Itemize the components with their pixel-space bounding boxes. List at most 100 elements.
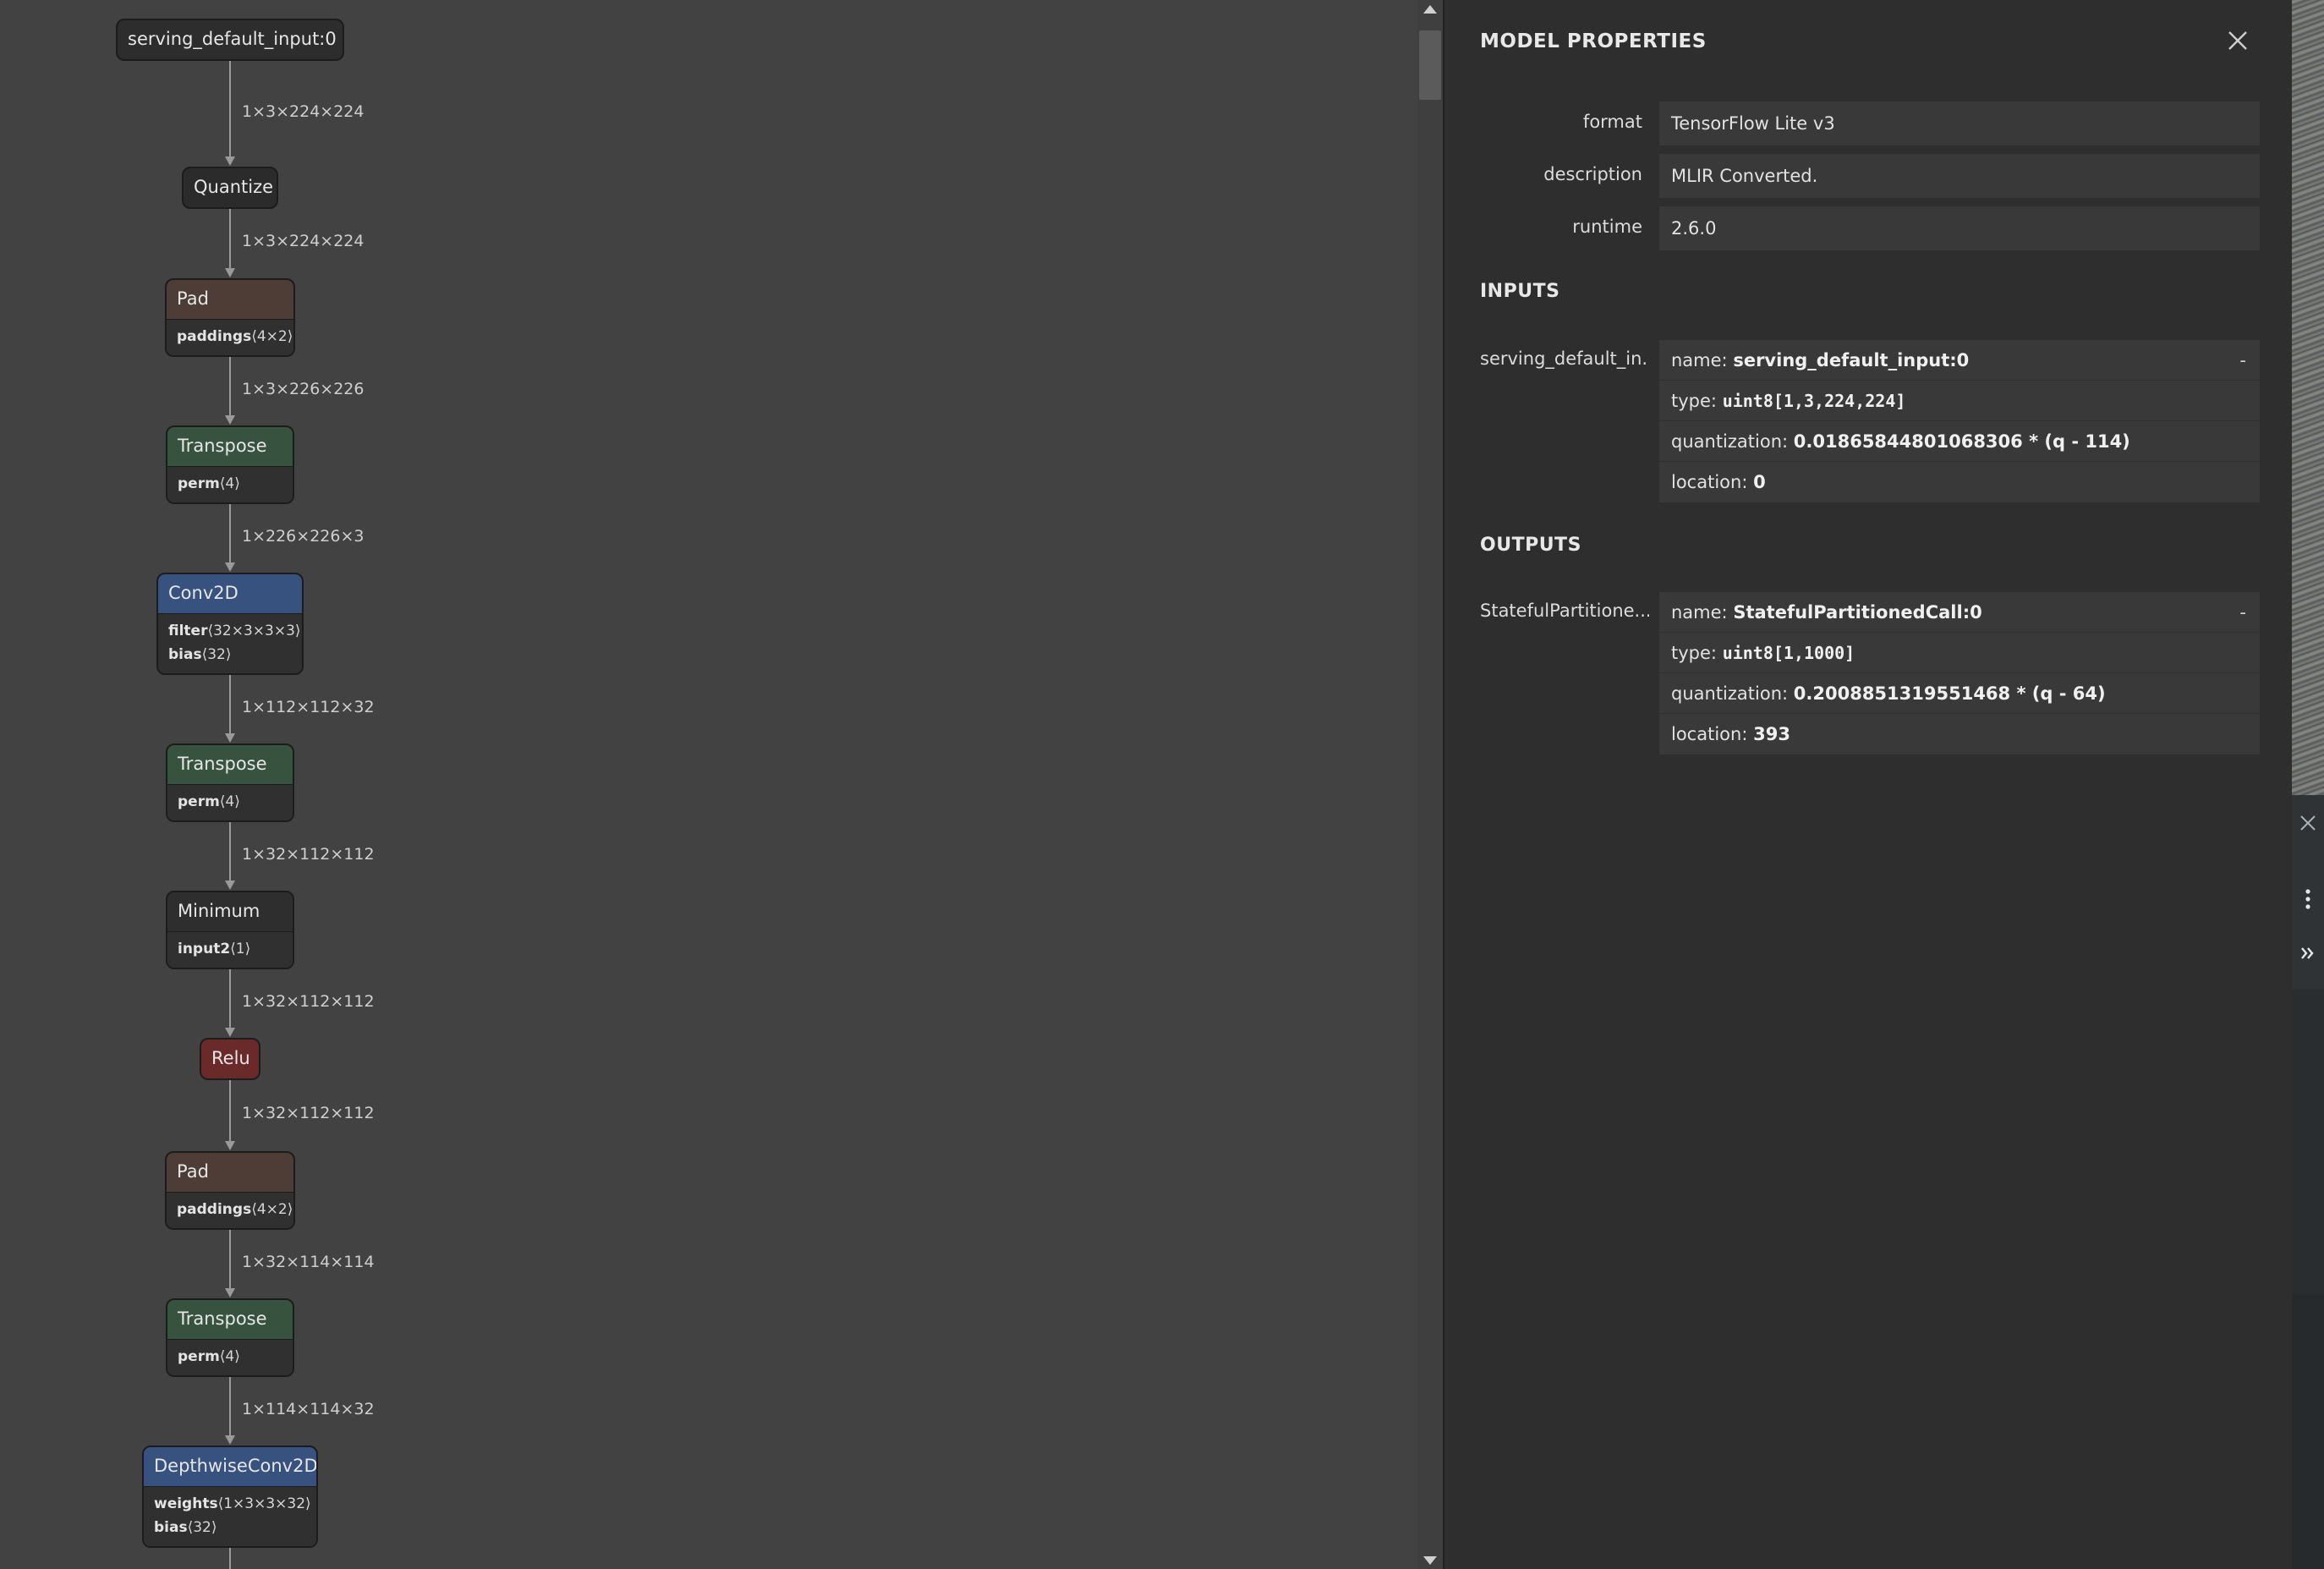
- node-attributes: perm⟨4⟩: [167, 466, 293, 502]
- graph-node-quantize[interactable]: Quantize: [182, 167, 278, 209]
- graph-node-pad2[interactable]: Pad paddings⟨4×2⟩: [165, 1151, 295, 1230]
- inputs-section-title: INPUTS: [1480, 281, 1560, 302]
- node-attributes: paddings⟨4×2⟩: [167, 1192, 293, 1228]
- node-attribute: perm⟨4⟩: [178, 1345, 282, 1369]
- graph-node-dwconv[interactable]: DepthwiseConv2D weights⟨1×3×3×32⟩ bias⟨32⟩: [142, 1446, 318, 1548]
- edge-shape-label: 1×112×112×32: [242, 697, 375, 716]
- property-value: MLIR Converted.: [1659, 154, 2260, 198]
- edge-arrow-icon: [225, 1028, 235, 1037]
- output-quantization-line: quantization: 0.2008851319551468 * (q - …: [1659, 673, 2260, 714]
- edge-arrow-icon: [225, 881, 235, 890]
- field-label: quantization:: [1671, 683, 1789, 704]
- property-description: description MLIR Converted.: [1444, 154, 2294, 198]
- graph-node-transpose2[interactable]: Transpose perm⟨4⟩: [166, 743, 294, 822]
- input-quantization-value: 0.01865844801068306 * (q - 114): [1793, 431, 2130, 452]
- edge-shape-label: 1×3×226×226: [242, 379, 364, 398]
- attribute-name: bias: [154, 1519, 188, 1536]
- input-argument-label: serving_default_in...: [1480, 348, 1649, 369]
- node-attribute: filter⟨32×3×3×3⟩: [168, 619, 301, 643]
- graph-node-transpose1[interactable]: Transpose perm⟨4⟩: [166, 425, 294, 504]
- output-location-line: location: 393: [1659, 714, 2260, 754]
- model-properties-panel: MODEL PROPERTIES format TensorFlow Lite …: [1443, 0, 2292, 1569]
- attribute-name: perm: [178, 475, 220, 492]
- attribute-shape: ⟨32⟩: [187, 1519, 217, 1536]
- node-attributes: paddings⟨4×2⟩: [167, 319, 293, 355]
- attribute-name: bias: [168, 646, 202, 663]
- input-name-value: serving_default_input:0: [1733, 350, 1970, 370]
- edge-arrow-icon: [225, 562, 235, 572]
- edge-shape-label: 1×32×114×114: [242, 1252, 375, 1271]
- node-title: Pad: [177, 1161, 209, 1182]
- node-title: Transpose: [178, 754, 267, 774]
- input-type-value: uint8[1,3,224,224]: [1722, 391, 1906, 411]
- output-type-value: uint8[1,1000]: [1722, 643, 1855, 663]
- node-attributes: weights⟨1×3×3×32⟩ bias⟨32⟩: [144, 1486, 316, 1546]
- output-argument-box: name: StatefulPartitionedCall:0 - type: …: [1659, 592, 2260, 754]
- node-title: serving_default_input:0 0: [128, 29, 344, 49]
- edge-shape-label: 1×32×112×112: [242, 1104, 375, 1122]
- graph-node-input[interactable]: serving_default_input:0 0: [116, 19, 344, 61]
- node-attribute: paddings⟨4×2⟩: [177, 1198, 293, 1221]
- graph-canvas[interactable]: serving_default_input:0 0 Quantize Pad padd…: [0, 0, 1443, 1569]
- edge-arrow-icon: [225, 1141, 235, 1150]
- output-name-value: StatefulPartitionedCall:0: [1733, 602, 1982, 623]
- node-attributes: filter⟨32×3×3×3⟩ bias⟨32⟩: [158, 613, 302, 673]
- node-attributes: input2⟨1⟩: [167, 931, 293, 968]
- graph-vertical-scrollbar[interactable]: [1417, 0, 1443, 1569]
- graph-node-minimum[interactable]: Minimum input2⟨1⟩: [166, 891, 294, 969]
- edge-shape-label: 1×3×224×224: [242, 232, 364, 250]
- input-collapse-toggle[interactable]: -: [2239, 340, 2246, 381]
- close-icon[interactable]: [2295, 810, 2321, 836]
- field-label: type:: [1671, 643, 1717, 663]
- node-title: Pad: [177, 288, 209, 309]
- attribute-name: perm: [178, 1348, 220, 1365]
- edge-shape-label: 1×32×112×112: [242, 844, 375, 864]
- attribute-shape: ⟨4×2⟩: [251, 1201, 293, 1218]
- scroll-up-arrow-icon[interactable]: [1423, 5, 1437, 14]
- node-title: DepthwiseConv2D: [154, 1456, 318, 1476]
- node-title: Transpose: [178, 436, 267, 456]
- field-label: type:: [1671, 391, 1717, 411]
- attribute-shape: ⟨32⟩: [201, 646, 232, 663]
- close-icon[interactable]: [2224, 27, 2251, 54]
- attribute-shape: ⟨1⟩: [230, 941, 251, 957]
- node-title: Relu: [211, 1048, 250, 1068]
- field-label: quantization:: [1671, 431, 1789, 452]
- node-title: Quantize: [194, 177, 274, 197]
- attribute-name: input2: [178, 941, 231, 957]
- input-location-line: location: 0: [1659, 462, 2260, 502]
- scroll-down-arrow-icon[interactable]: [1423, 1556, 1437, 1565]
- node-attributes: perm⟨4⟩: [167, 784, 293, 820]
- scrollbar-thumb[interactable]: [1419, 30, 1441, 100]
- background-region: [2292, 1294, 2324, 1569]
- node-attribute: bias⟨32⟩: [168, 643, 292, 667]
- attribute-name: paddings: [177, 1201, 252, 1218]
- input-type-line: type: uint8[1,3,224,224]: [1659, 381, 2260, 421]
- graph-node-pad1[interactable]: Pad paddings⟨4×2⟩: [165, 278, 295, 357]
- output-collapse-toggle[interactable]: -: [2239, 592, 2246, 633]
- graph-node-transpose3[interactable]: Transpose perm⟨4⟩: [166, 1298, 294, 1377]
- edge-shape-label: 1×114×114×32: [242, 1399, 375, 1418]
- graph-node-conv2d[interactable]: Conv2D filter⟨32×3×3×3⟩ bias⟨32⟩: [156, 573, 304, 675]
- edge-arrow-icon: [225, 415, 235, 425]
- double-chevron-right-icon[interactable]: [2295, 941, 2321, 966]
- property-label: format: [1582, 112, 1642, 132]
- graph-node-relu[interactable]: Relu: [200, 1038, 260, 1080]
- node-title: Minimum: [178, 901, 260, 921]
- attribute-name: paddings: [177, 328, 252, 345]
- node-attribute: perm⟨4⟩: [178, 790, 282, 814]
- field-label: location:: [1671, 472, 1748, 492]
- panel-title: MODEL PROPERTIES: [1480, 30, 1707, 52]
- property-value: TensorFlow Lite v3: [1659, 101, 2260, 145]
- node-attribute: paddings⟨4×2⟩: [177, 325, 293, 348]
- edge-shape-label: 1×226×226×3: [242, 526, 364, 546]
- field-label: name:: [1671, 350, 1728, 370]
- attribute-name: filter: [168, 623, 208, 639]
- more-vertical-icon[interactable]: [2295, 886, 2321, 912]
- edge-shape-label: 1×3×224×224: [242, 101, 364, 121]
- property-value: 2.6.0: [1659, 206, 2260, 250]
- input-name-line: name: serving_default_input:0 -: [1659, 340, 2260, 381]
- edge-arrow-icon: [225, 156, 235, 166]
- outputs-section-title: OUTPUTS: [1480, 535, 1581, 556]
- attribute-name: weights: [154, 1495, 218, 1512]
